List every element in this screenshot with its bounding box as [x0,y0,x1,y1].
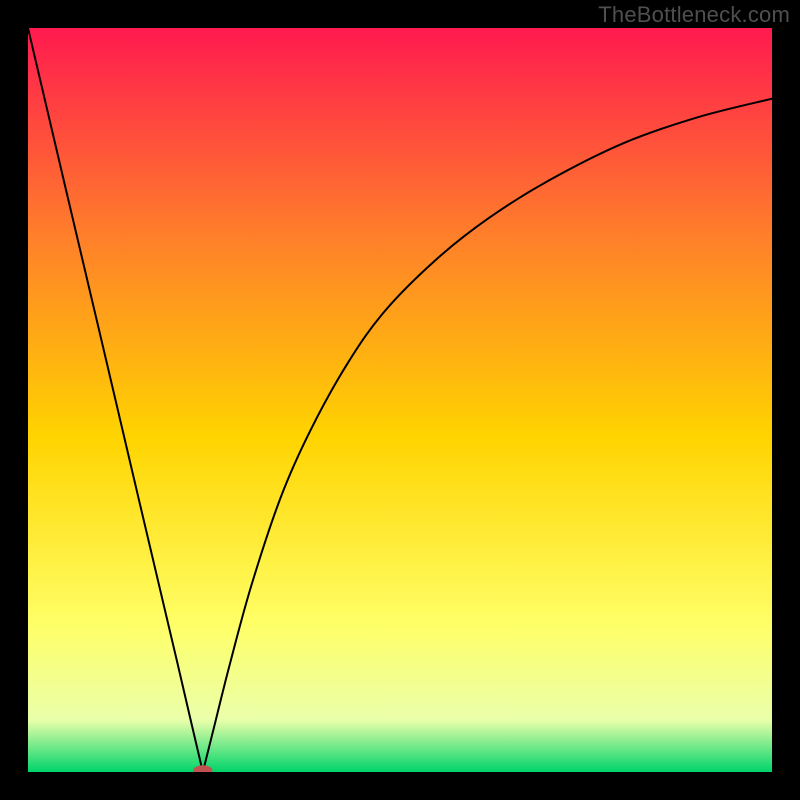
chart-svg [28,28,772,772]
chart-frame: TheBottleneck.com [0,0,800,800]
plot-area [28,28,772,772]
watermark-text: TheBottleneck.com [598,2,790,28]
gradient-background [28,28,772,772]
